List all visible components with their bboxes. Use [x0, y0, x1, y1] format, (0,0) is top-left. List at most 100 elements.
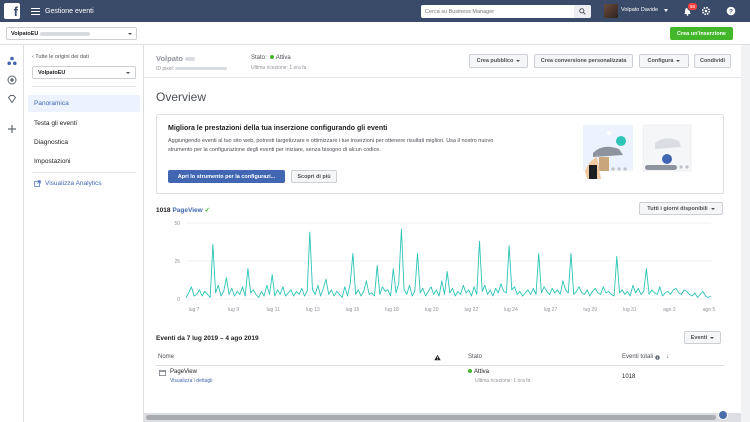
analytics-link-label: Visualizza Analytics — [45, 180, 102, 187]
globe-icon[interactable] — [718, 410, 728, 420]
facebook-logo-icon[interactable]: f — [4, 3, 20, 19]
diamond-icon[interactable] — [6, 93, 18, 105]
search-icon — [579, 8, 586, 15]
account-id-blurred — [40, 31, 91, 36]
configure-button[interactable]: Configura — [639, 54, 689, 68]
y-tick-label: 25 — [174, 259, 180, 265]
pixel-name: Volpato — [156, 54, 196, 63]
hamburger-menu-icon[interactable] — [31, 7, 40, 15]
open-setup-tool-button[interactable]: Apri lo strumento per la configurazi... — [168, 170, 285, 183]
x-tick-label: ago 2 — [663, 307, 676, 313]
event-row-name: PageView — [170, 369, 197, 375]
status-value: Attiva — [275, 55, 291, 61]
help-icon[interactable]: ? — [725, 5, 737, 17]
pixel-id: ID pixel: — [156, 66, 228, 72]
x-tick-label: lug 7 — [189, 307, 200, 313]
x-tick-label: lug 13 — [306, 307, 320, 313]
date-range-selector[interactable]: Tutti i giorni disponibili — [639, 202, 723, 215]
back-to-sources-link[interactable]: ‹ Tutte le origini dei dati — [32, 54, 89, 60]
nav-item-diagnostica[interactable]: Diagnostica — [28, 134, 140, 151]
column-header-status[interactable]: Stato — [468, 350, 482, 364]
gear-icon[interactable] — [700, 5, 712, 17]
create-ad-button[interactable]: Crea un'inserzione — [670, 27, 733, 40]
chevron-down-icon — [128, 33, 132, 35]
x-tick-label: lug 15 — [346, 307, 360, 313]
warning-icon — [434, 350, 441, 364]
x-tick-label: lug 31 — [623, 307, 637, 313]
notifications-bell-icon[interactable]: 58 — [681, 2, 699, 17]
avatar[interactable] — [604, 4, 618, 18]
create-audience-button[interactable]: Crea pubblico — [469, 54, 528, 68]
target-icon[interactable] — [6, 74, 18, 86]
search-box[interactable] — [421, 5, 591, 18]
chevron-down-icon — [126, 72, 130, 74]
vertical-scrollbar[interactable] — [741, 45, 750, 422]
events-setup-promo: Migliora le prestazioni della tua inserz… — [156, 114, 724, 194]
column-header-total-events[interactable]: Eventi totali ↓ — [622, 350, 669, 364]
cart-icon — [662, 154, 672, 164]
status: Stato: Attiva — [251, 55, 291, 61]
search-input[interactable] — [421, 8, 569, 15]
external-link-icon — [34, 180, 41, 187]
horizontal-scrollbar[interactable] — [144, 413, 741, 422]
nav-item-panoramica[interactable]: Panoramica — [28, 95, 140, 112]
chevron-down-icon — [710, 207, 715, 210]
events-manager-icon[interactable] — [6, 55, 18, 67]
divider — [32, 172, 136, 173]
page-title: Overview — [156, 90, 207, 104]
create-custom-conversion-button[interactable]: Crea conversione personalizzata — [534, 54, 633, 68]
app-title: Gestione eventi — [45, 7, 94, 15]
data-source-selector[interactable]: VolpatoEU — [32, 66, 136, 79]
nav-item-testa-eventi[interactable]: Testa gli eventi — [28, 115, 140, 132]
learn-more-button[interactable]: Scopri di più — [291, 170, 337, 183]
nav-item-impostazioni[interactable]: Impostazioni — [28, 153, 140, 170]
side-navigation: ‹ Tutte le origini dei dati VolpatoEU Pa… — [24, 45, 144, 422]
x-tick-label: lug 27 — [544, 307, 558, 313]
svg-text:?: ? — [729, 8, 733, 15]
y-tick-label: 50 — [174, 221, 180, 227]
user-menu-chevron-down-icon[interactable] — [664, 9, 668, 12]
chart-summary: 1018 PageView ✓ — [156, 206, 210, 214]
sort-arrow-down-icon[interactable]: ↓ — [666, 354, 669, 360]
back-link-label: Tutte le origini dei dati — [35, 54, 89, 60]
share-button[interactable]: Condividi — [694, 54, 731, 68]
account-name: VolpatoEU — [11, 30, 39, 37]
plus-icon[interactable] — [6, 123, 18, 135]
divider — [32, 86, 136, 87]
x-tick-label: lug 11 — [267, 307, 280, 313]
events-period-title: Eventi da 7 lug 2019 – 4 ago 2019 — [156, 335, 259, 342]
x-tick-label: lug 18 — [385, 307, 399, 313]
pageview-series-line[interactable] — [185, 228, 712, 298]
promo-title: Migliora le prestazioni della tua inserz… — [168, 125, 388, 132]
main-content: Volpato ID pixel: Stato: Attiva Ultima ri… — [144, 45, 741, 413]
event-row-total: 1018 — [622, 374, 636, 380]
chevron-down-icon — [676, 60, 681, 62]
account-selector[interactable]: VolpatoEU — [6, 27, 137, 40]
box-icon — [599, 157, 609, 171]
badge-icon — [616, 136, 626, 146]
x-tick-label: lug 20 — [425, 307, 439, 313]
check-icon: ✓ — [204, 207, 210, 214]
chevron-down-icon — [516, 60, 521, 62]
chevron-down-icon — [710, 336, 715, 339]
view-details-link[interactable]: Visualizza i dettagli — [170, 378, 212, 384]
x-tick-label: lug 24 — [504, 307, 518, 313]
account-bar: VolpatoEU — [0, 22, 750, 45]
event-name: PageView — [172, 207, 203, 214]
pageview-line-chart: 50 25 0 lug 7 lug 9 lug 11 lug 13 lug 15 lug 18 l… — [174, 221, 715, 313]
divider — [156, 365, 724, 366]
events-filter-button[interactable]: Eventi — [684, 331, 721, 344]
event-row-last-received: Ultima ricezione: 1 ora fa — [475, 378, 531, 384]
horizontal-scroll-thumb[interactable] — [146, 415, 716, 420]
column-header-name[interactable]: Nome — [158, 350, 174, 364]
promo-text: Aggiungendo eventi al tuo sito web, potr… — [168, 138, 494, 153]
analytics-link[interactable]: Visualizza Analytics — [28, 175, 140, 192]
divider — [144, 77, 741, 78]
user-name[interactable]: Volpato Davide — [621, 7, 658, 13]
event-count: 1018 — [156, 207, 171, 214]
browser-window-icon — [159, 370, 166, 376]
search-button[interactable] — [574, 5, 591, 18]
x-tick-label: lug 29 — [583, 307, 597, 313]
y-tick-label: 0 — [177, 297, 180, 303]
event-row-status: Attiva — [468, 369, 489, 375]
